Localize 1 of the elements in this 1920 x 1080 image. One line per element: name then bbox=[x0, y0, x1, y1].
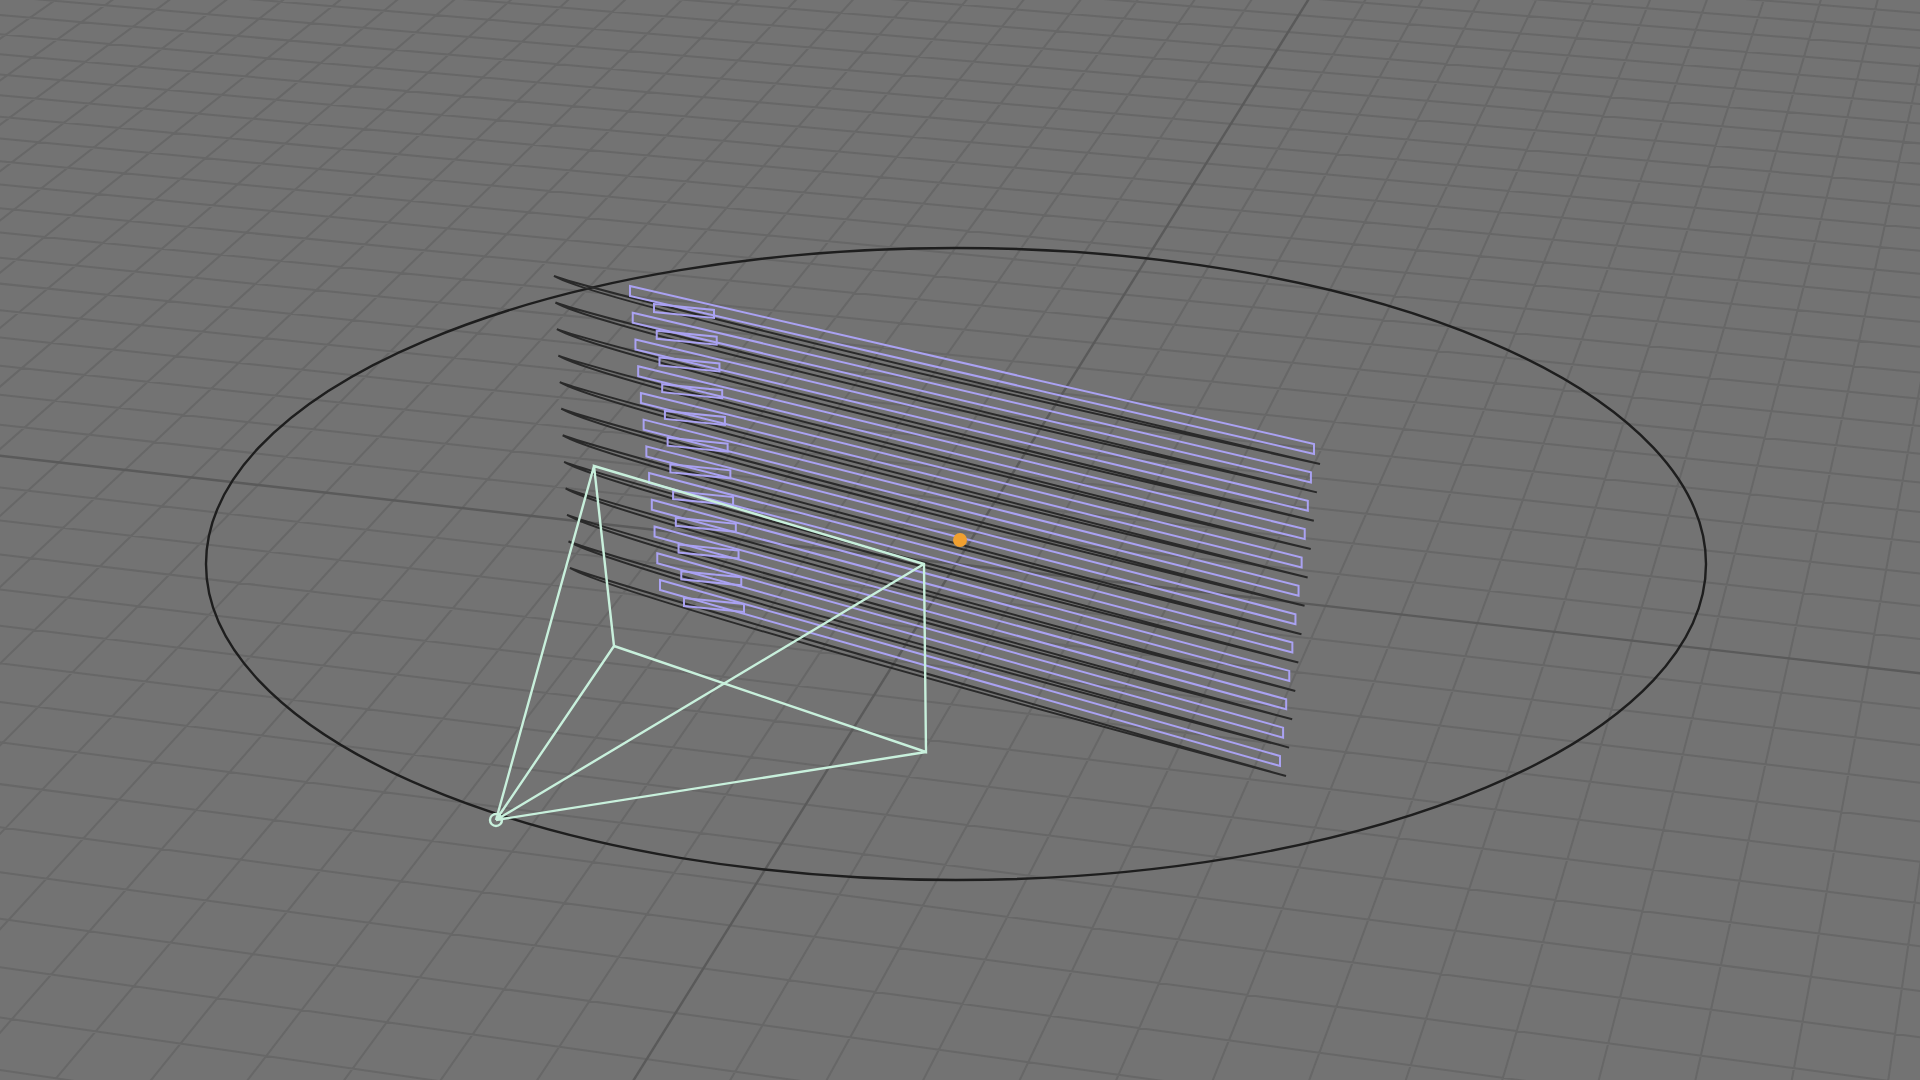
origin-dot bbox=[953, 533, 967, 547]
